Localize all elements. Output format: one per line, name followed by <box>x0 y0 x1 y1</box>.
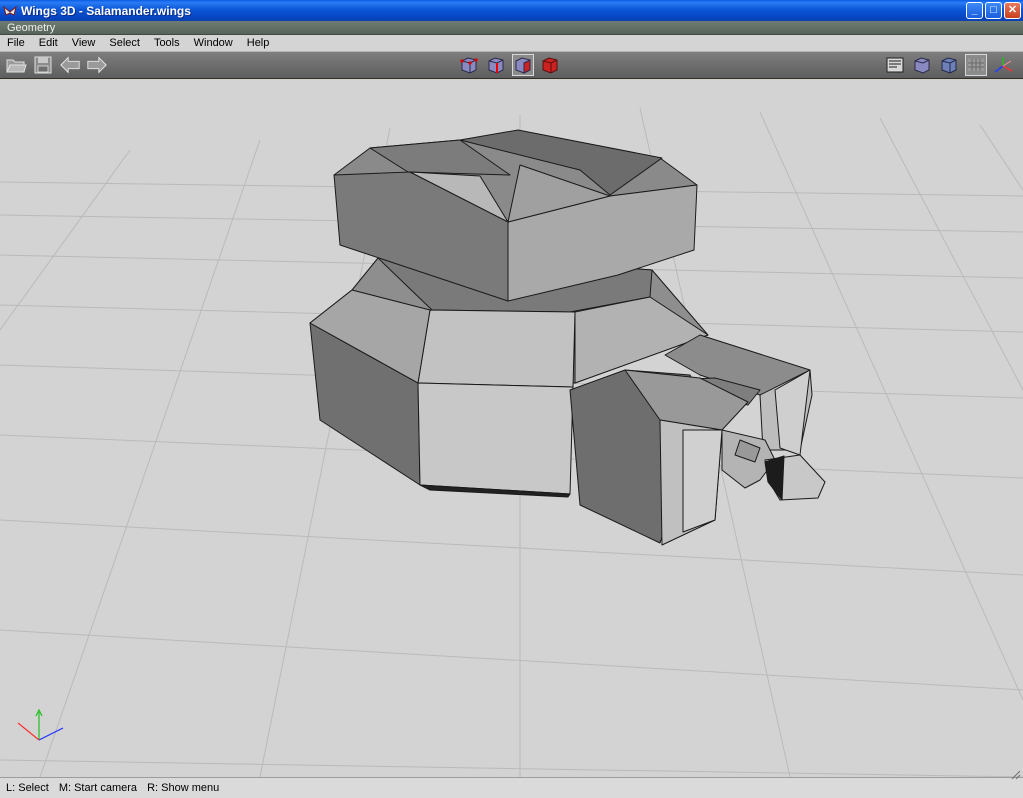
resize-grip-icon[interactable] <box>1011 770 1021 780</box>
menu-help[interactable]: Help <box>240 35 277 52</box>
menu-edit[interactable]: Edit <box>32 35 65 52</box>
scene-canvas[interactable] <box>0 80 1023 777</box>
status-hint-left: L: Select <box>6 782 49 794</box>
menu-view[interactable]: View <box>65 35 103 52</box>
title-bar: Wings 3D - Salamander.wings _ □ ✕ <box>0 0 1023 21</box>
redo-button[interactable] <box>86 54 108 76</box>
geometry-window-bar: Geometry <box>0 21 1023 35</box>
body-mode-button[interactable] <box>539 54 561 76</box>
window-title: Wings 3D - Salamander.wings <box>21 3 191 18</box>
perspective-button[interactable] <box>938 54 960 76</box>
toolbar <box>0 52 1023 79</box>
redo-arrow-icon <box>87 56 107 74</box>
menu-file[interactable]: File <box>0 35 32 52</box>
open-file-button[interactable] <box>5 54 27 76</box>
face-mode-button[interactable] <box>512 54 534 76</box>
ground-plane-icon <box>968 59 984 71</box>
geometry-window-title: Geometry <box>7 22 56 34</box>
vertex-mode-icon <box>460 57 478 74</box>
folder-open-icon <box>6 59 27 73</box>
menu-select[interactable]: Select <box>102 35 147 52</box>
ground-plane-button[interactable] <box>965 54 987 76</box>
edge-mode-button[interactable] <box>485 54 507 76</box>
smooth-preview-button[interactable] <box>911 54 933 76</box>
show-axes-button[interactable] <box>992 54 1014 76</box>
wings-app-icon[interactable] <box>3 4 17 18</box>
3d-viewport[interactable] <box>0 80 1023 777</box>
menu-window[interactable]: Window <box>187 35 240 52</box>
status-bar: L: Select M: Start camera R: Show menu <box>0 777 1023 798</box>
smooth-preview-icon <box>914 57 930 74</box>
maximize-button[interactable]: □ <box>985 2 1002 19</box>
save-file-button[interactable] <box>32 54 54 76</box>
perspective-icon <box>941 57 957 74</box>
face-mode-icon <box>515 57 531 74</box>
status-hint-right: R: Show menu <box>147 782 220 794</box>
save-disk-icon <box>34 56 52 74</box>
undo-button[interactable] <box>59 54 81 76</box>
axis-gizmo <box>17 708 64 741</box>
menu-bar: File Edit View Select Tools Window Help <box>0 35 1023 52</box>
undo-arrow-icon <box>60 56 80 74</box>
body-mode-icon <box>542 57 558 74</box>
vertex-mode-button[interactable] <box>458 54 480 76</box>
menu-tools[interactable]: Tools <box>147 35 187 52</box>
minimize-button[interactable]: _ <box>966 2 983 19</box>
wireframe-toggle-icon <box>886 57 904 73</box>
axes-icon <box>994 57 1013 73</box>
status-hint-middle: M: Start camera <box>58 782 138 794</box>
close-button[interactable]: ✕ <box>1004 2 1021 19</box>
wireframe-toggle-button[interactable] <box>884 54 906 76</box>
edge-mode-icon <box>488 57 504 74</box>
